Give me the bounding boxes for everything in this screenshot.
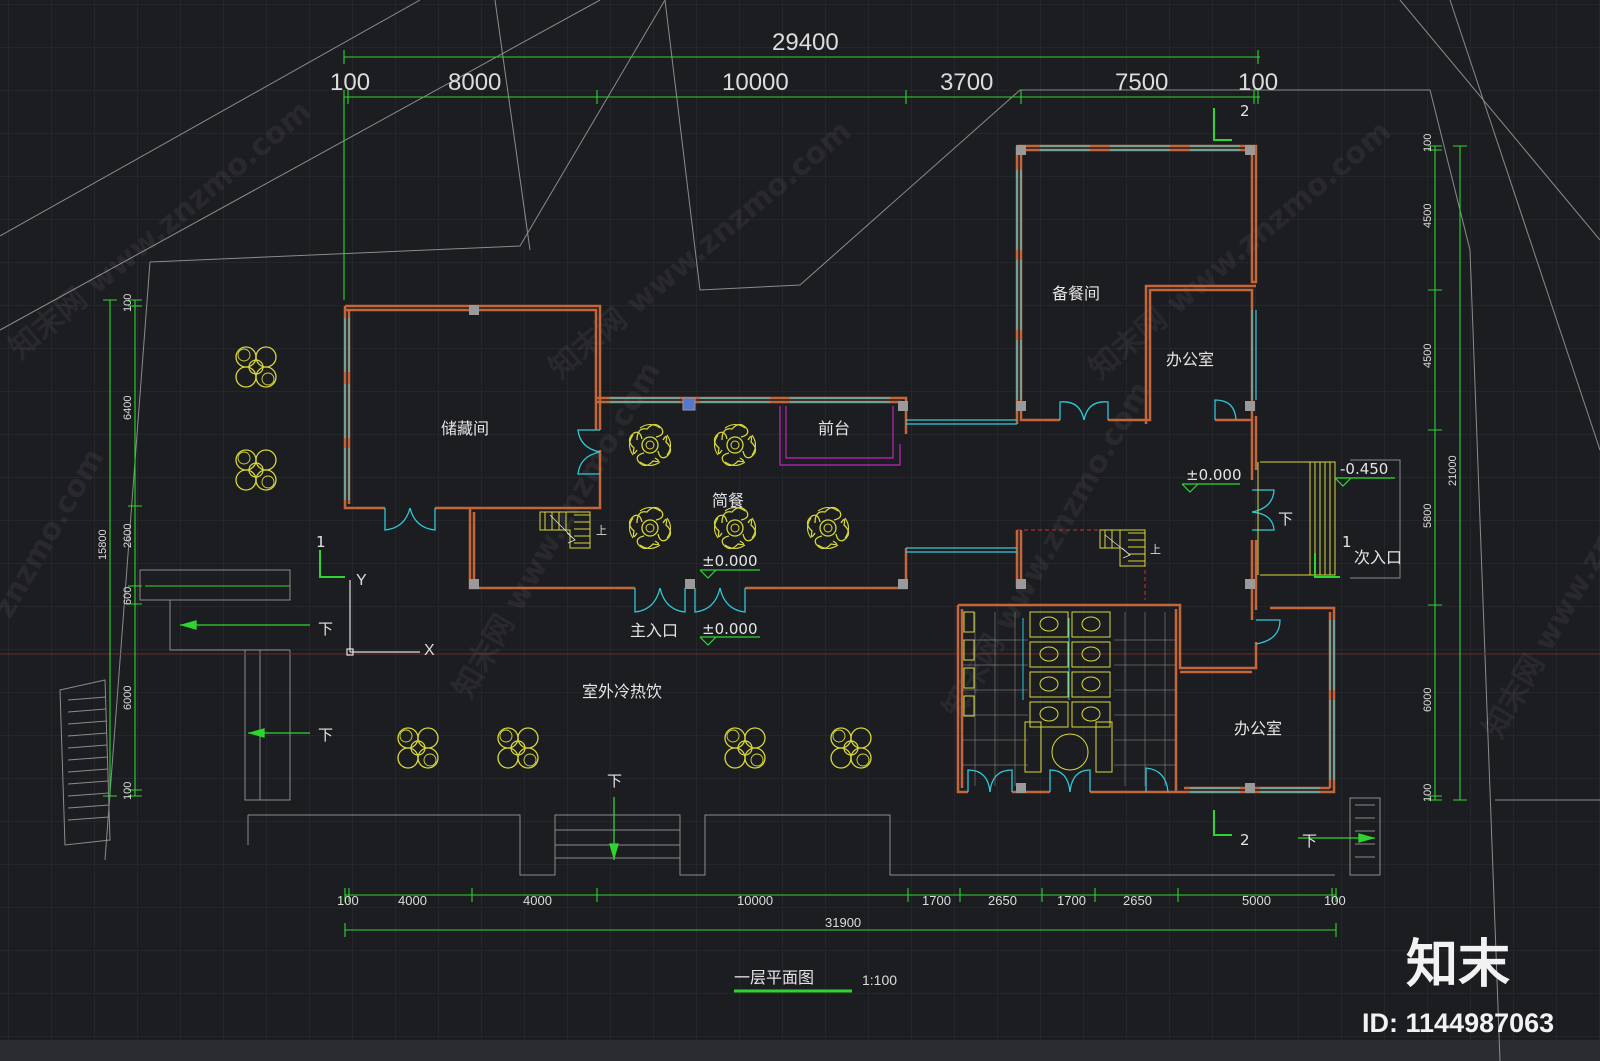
dim-top-2: 10000 xyxy=(722,69,789,96)
dim-top-0: 100 xyxy=(330,69,370,96)
up-label-1: 上 xyxy=(596,524,607,537)
dim-left-4: 6000 xyxy=(122,686,134,710)
dim-left-3: 600 xyxy=(122,587,134,605)
level-corridor: ±0.000 xyxy=(1186,466,1242,484)
dim-right-4: 6000 xyxy=(1422,688,1434,712)
dim-left-1: 6400 xyxy=(122,396,134,420)
dim-bottom-1: 4000 xyxy=(398,893,427,908)
level-ramp: -0.450 xyxy=(1340,460,1388,478)
secondary-entrance-label: 次入口 xyxy=(1354,548,1402,567)
room-dining: 简餐 xyxy=(712,491,744,510)
section-1-left: 1 xyxy=(316,533,326,551)
level-entrance: ±0.000 xyxy=(702,620,758,638)
dim-left-total: 15800 xyxy=(97,529,109,560)
room-front-desk: 前台 xyxy=(818,419,850,438)
dim-right-5: 100 xyxy=(1422,784,1434,802)
down-label-3: 下 xyxy=(607,772,622,790)
dim-right-0: 100 xyxy=(1422,134,1434,152)
dim-top-4: 7500 xyxy=(1115,69,1168,96)
dim-bottom-4: 1700 xyxy=(922,893,951,908)
down-label-2: 下 xyxy=(318,726,333,744)
dim-top-3: 3700 xyxy=(940,69,993,96)
dim-bottom-total: 31900 xyxy=(825,915,861,930)
drawing-title: 一层平面图 xyxy=(734,968,814,987)
axis-y-label: Y xyxy=(356,572,367,589)
dim-right-total: 21000 xyxy=(1447,455,1459,486)
axis-x-label: X xyxy=(424,642,435,659)
room-outdoor-drinks: 室外冷热饮 xyxy=(582,682,662,701)
dim-bottom-3: 10000 xyxy=(737,893,773,908)
room-office-upper: 办公室 xyxy=(1166,350,1214,369)
dim-top-5: 100 xyxy=(1238,69,1278,96)
dim-right-2: 4500 xyxy=(1422,344,1434,368)
brand-logo: 知末 xyxy=(1406,935,1510,995)
down-label-1: 下 xyxy=(318,620,333,638)
section-2-bottom: 2 xyxy=(1240,831,1250,849)
down-label-4: 下 xyxy=(1302,832,1317,850)
dim-bottom-6: 1700 xyxy=(1057,893,1086,908)
level-dining: ±0.000 xyxy=(702,552,758,570)
room-office-lower: 办公室 xyxy=(1234,719,1282,738)
room-storage: 储藏间 xyxy=(441,419,489,438)
dim-left-0: 100 xyxy=(122,294,134,312)
cad-floor-plan: 知末网 www.znzmo.com 知末网 www.znzmo.com 知末网 … xyxy=(0,0,1600,1061)
dim-top-total: 29400 xyxy=(772,29,839,56)
dim-left-2: 2600 xyxy=(122,524,134,548)
dim-right-1: 4500 xyxy=(1422,204,1434,228)
dim-right-3: 5800 xyxy=(1422,504,1434,528)
dim-bottom-9: 100 xyxy=(1324,893,1346,908)
dim-top-1: 8000 xyxy=(448,69,501,96)
drawing-scale: 1:100 xyxy=(862,972,897,988)
room-prep: 备餐间 xyxy=(1052,284,1100,303)
dim-left-5: 100 xyxy=(122,782,134,800)
main-entrance-label: 主入口 xyxy=(630,621,678,640)
dim-bottom-0: 100 xyxy=(337,893,359,908)
up-label-2: 上 xyxy=(1150,543,1161,556)
down-label-5: 下 xyxy=(1278,510,1293,528)
section-2-top: 2 xyxy=(1240,102,1250,120)
dim-bottom-2: 4000 xyxy=(523,893,552,908)
section-1-right: 1 xyxy=(1342,533,1352,551)
dim-bottom-5: 2650 xyxy=(988,893,1017,908)
image-id: ID: 1144987063 xyxy=(1362,1008,1554,1038)
dim-bottom-8: 5000 xyxy=(1242,893,1271,908)
dim-bottom-7: 2650 xyxy=(1123,893,1152,908)
